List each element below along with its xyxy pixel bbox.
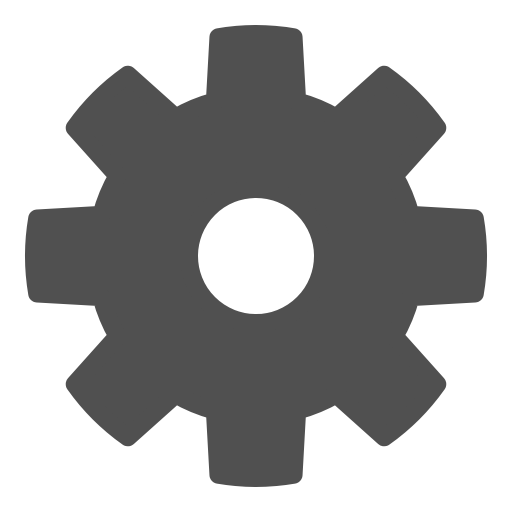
gear-icon bbox=[0, 0, 512, 512]
icon-canvas bbox=[0, 0, 512, 512]
gear-shape bbox=[25, 25, 487, 487]
